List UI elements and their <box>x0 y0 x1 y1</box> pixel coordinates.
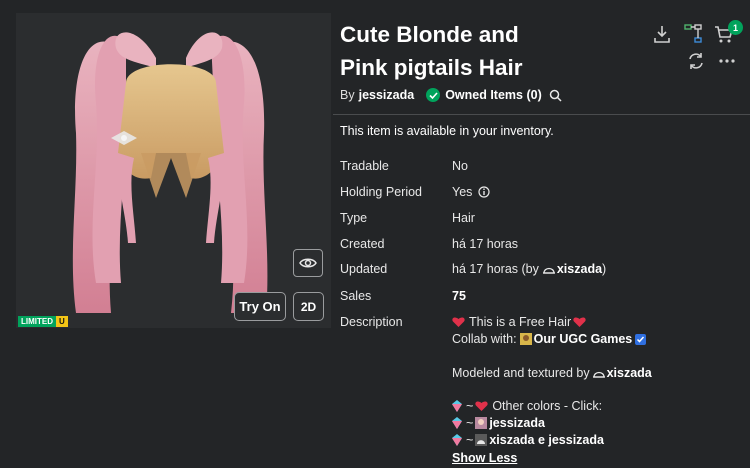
search-icon[interactable] <box>549 89 562 102</box>
by-prefix: By <box>340 88 355 102</box>
created-label: Created <box>340 237 385 251</box>
description-text-1: This is a Free Hair <box>469 315 572 329</box>
user-icon <box>542 267 555 274</box>
updated-user-link[interactable]: xiszada <box>557 262 602 276</box>
creator-byline: By jessizada Owned Items (0) <box>340 88 562 102</box>
creator-link[interactable]: jessizada <box>359 88 415 102</box>
tilde-separator: ~ <box>466 416 474 430</box>
diamond-icon <box>452 417 462 429</box>
created-value: há 17 horas <box>452 237 519 251</box>
description-line-3: Modeled and textured by xiszada <box>452 366 652 380</box>
sales-value: 75 <box>452 289 466 303</box>
updated-label: Updated <box>340 262 388 276</box>
updated-suffix: ) <box>602 262 607 276</box>
limited-u-label: U <box>56 316 68 327</box>
owned-items[interactable]: Owned Items (0) <box>426 88 542 102</box>
description-line-5: ~ jessizada <box>452 416 545 430</box>
check-icon <box>426 88 441 102</box>
avatar-icon <box>475 434 488 446</box>
holding-period-label: Holding Period <box>340 185 422 199</box>
jessizada-link[interactable]: jessizada <box>489 416 545 430</box>
tilde-separator: ~ <box>466 399 474 413</box>
try-on-button[interactable]: Try On <box>234 292 286 321</box>
tradable-value: No <box>452 159 468 173</box>
item-title-line1: Cute Blonde and <box>340 22 519 47</box>
availability-text: This item is available in your inventory… <box>340 124 554 138</box>
sales-count: 75 <box>452 289 466 303</box>
tradable-label: Tradable <box>340 159 389 173</box>
item-preview: Try On 2D LIMITED U <box>16 13 331 328</box>
other-colors-text: Other colors - Click: <box>492 399 603 413</box>
info-icon[interactable] <box>478 186 491 198</box>
preview-toggle-button[interactable] <box>293 249 323 277</box>
tilde-separator: ~ <box>466 433 474 447</box>
section-divider <box>333 114 750 115</box>
download-icon[interactable] <box>653 24 671 44</box>
description-label: Description <box>340 315 403 329</box>
sales-label: Sales <box>340 289 372 303</box>
description-line-1: This is a Free Hair <box>452 315 588 329</box>
modeler-link[interactable]: xiszada <box>607 366 652 380</box>
show-less-link[interactable]: Show Less <box>452 451 517 465</box>
more-icon[interactable] <box>719 58 735 64</box>
item-title-line2: Pink pigtails Hair <box>340 55 523 80</box>
diamond-icon <box>452 400 462 412</box>
item-title: Cute Blonde and Pink pigtails Hair <box>340 18 640 84</box>
heart-icon <box>475 401 488 411</box>
description-line-6: ~ xiszada e jessizada <box>452 433 604 447</box>
collab-users-link[interactable]: xiszada e jessizada <box>489 433 604 447</box>
updated-prefix: há 17 horas (by <box>452 262 539 276</box>
updated-value: há 17 horas (by xiszada ) <box>452 262 606 276</box>
heart-icon <box>452 317 465 327</box>
collab-prefix: Collab with: <box>452 332 517 346</box>
modeled-prefix: Modeled and textured by <box>452 366 590 380</box>
user-icon <box>592 371 605 378</box>
group-avatar-icon <box>519 333 532 345</box>
description-line-4: ~ Other colors - Click: <box>452 399 602 413</box>
refresh-icon[interactable] <box>687 52 705 70</box>
cart-count-badge: 1 <box>728 20 743 35</box>
limited-badge: LIMITED U <box>18 316 68 327</box>
group-link[interactable]: Our UGC Games <box>534 332 633 346</box>
hair-thumbnail <box>72 32 268 313</box>
description-line-2: Collab with: Our UGC Games <box>452 332 647 346</box>
type-value: Hair <box>452 211 475 225</box>
limited-label: LIMITED <box>18 316 56 327</box>
diamond-icon <box>452 434 462 446</box>
eye-icon <box>299 258 317 268</box>
owned-items-label: Owned Items (0) <box>445 88 542 102</box>
hierarchy-icon[interactable] <box>684 24 702 44</box>
type-label: Type <box>340 211 368 225</box>
holding-period-text: Yes <box>452 185 473 199</box>
view-2d-button[interactable]: 2D <box>293 292 324 321</box>
heart-icon <box>573 317 586 327</box>
verified-icon <box>635 333 647 345</box>
avatar-icon <box>475 417 488 429</box>
holding-period-value: Yes <box>452 185 491 199</box>
